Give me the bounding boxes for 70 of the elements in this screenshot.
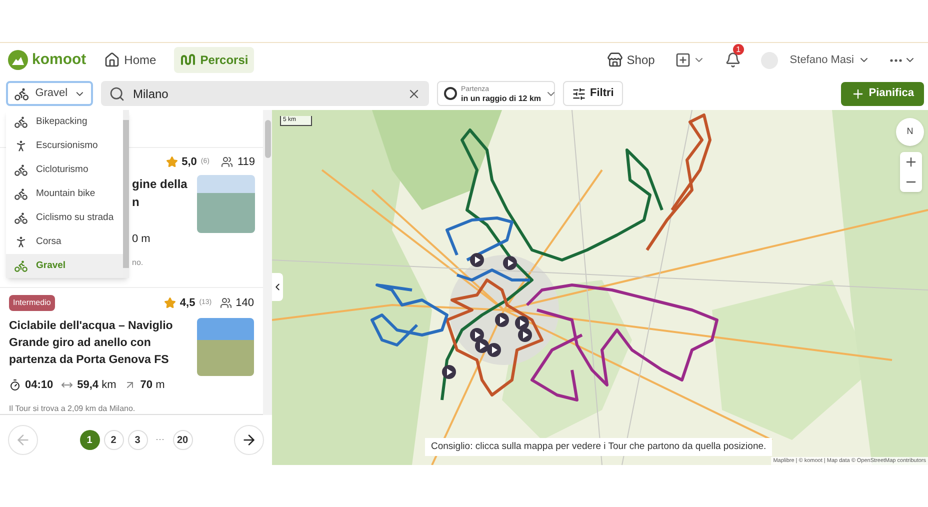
sport-option[interactable]: Corsa: [6, 230, 123, 254]
search-field[interactable]: Milano: [101, 81, 429, 106]
route-icon: [180, 52, 196, 68]
plus-square-icon: [674, 52, 691, 68]
users-icon: [220, 297, 232, 310]
rating: 4,5: [180, 296, 196, 311]
duration: 04:10: [25, 378, 54, 392]
user-count: 140: [236, 296, 254, 311]
page-button[interactable]: 20: [172, 430, 192, 450]
collapse-panel-button[interactable]: [272, 273, 283, 301]
nav-tab[interactable]: Percorsi: [174, 47, 254, 73]
home-icon: [104, 52, 120, 68]
star-icon: [164, 297, 176, 310]
plus-icon: [850, 86, 865, 100]
notification-badge: 1: [732, 44, 744, 55]
distance: 59,4 km: [77, 378, 116, 392]
plan-button[interactable]: Pianifica: [840, 82, 924, 106]
bell-icon: [724, 52, 741, 68]
bike-icon: [14, 86, 30, 102]
bike-icon: [14, 259, 28, 273]
logo-icon: [8, 50, 28, 70]
filters-button[interactable]: Filtri: [563, 81, 623, 106]
sport-option[interactable]: Escursionismo: [6, 134, 123, 158]
tour-title-fragment[interactable]: n: [132, 192, 197, 210]
person-icon: [14, 139, 28, 153]
star-icon: [166, 156, 178, 168]
sport-option[interactable]: Cicloturismo: [6, 158, 123, 182]
page-button[interactable]: 3: [128, 430, 148, 450]
sport-option[interactable]: Gravel: [6, 254, 123, 278]
bike-icon: [14, 211, 28, 225]
bike-icon: [14, 187, 28, 201]
map-drawing[interactable]: [272, 110, 928, 465]
elevation-fragment: 0 m: [132, 232, 152, 246]
sport-option[interactable]: Bikepacking: [6, 110, 123, 134]
timer-icon: [9, 378, 21, 391]
person-icon: [14, 235, 28, 249]
start-value: in un raggio di 12 km: [461, 94, 542, 102]
tour-title[interactable]: Ciclabile dell'acqua – Naviglio Grande giro ad anello con partenza da Porta Genova FS: [9, 318, 189, 368]
notifications-button[interactable]: [724, 52, 741, 68]
map-tip: Consiglio: clicca sulla mappa per vedere i Tour che partono da quella posizione.: [425, 438, 772, 456]
pagination-ellipsis: ···: [156, 433, 164, 446]
nav-tab[interactable]: Home: [98, 47, 162, 73]
distance-note: Il Tour si trova a 2,09 km da Milano.: [9, 403, 136, 415]
sport-select[interactable]: Gravel: [6, 81, 93, 106]
tour-title-fragment[interactable]: gine della: [132, 174, 197, 192]
shop-link[interactable]: Shop: [606, 51, 655, 69]
note-fragment: no.: [132, 257, 144, 269]
page-button[interactable]: 2: [104, 430, 124, 450]
plus-icon: [904, 155, 918, 169]
logo-text[interactable]: komoot: [32, 48, 86, 72]
user-count: 119: [237, 155, 255, 170]
users-icon: [221, 156, 234, 168]
sport-option[interactable]: Mountain bike: [6, 182, 123, 206]
elevation: 70 m: [140, 378, 165, 392]
bike-icon: [14, 163, 28, 177]
search-input[interactable]: Milano: [133, 84, 399, 102]
create-button[interactable]: [674, 52, 705, 68]
user-menu[interactable]: Stefano Masi: [790, 52, 870, 68]
sport-option[interactable]: Ciclismo su strada: [6, 206, 123, 230]
menu-scrollbar[interactable]: [123, 110, 129, 278]
store-icon: [606, 52, 623, 68]
scrollbar[interactable]: [263, 110, 272, 415]
search-icon: [109, 86, 125, 102]
difficulty-badge: Intermedio: [9, 295, 55, 312]
bike-icon: [14, 115, 28, 129]
rating: 5,0: [182, 155, 197, 170]
next-page-button[interactable]: [234, 425, 264, 455]
more-icon: [890, 58, 902, 62]
page-button[interactable]: 1: [80, 430, 100, 450]
sliders-icon: [572, 86, 586, 100]
